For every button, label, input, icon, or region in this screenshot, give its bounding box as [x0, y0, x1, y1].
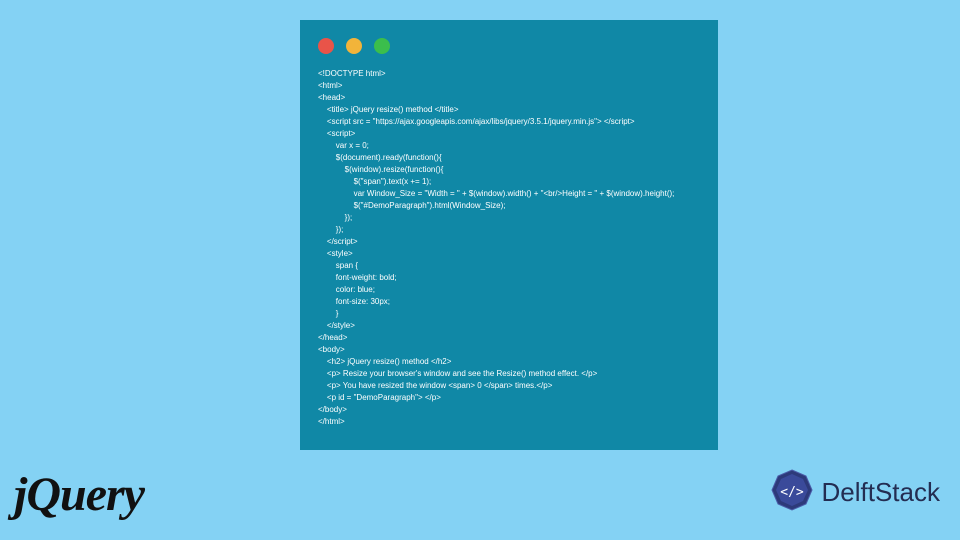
jquery-logo: jQuery [14, 467, 144, 522]
maximize-dot [374, 38, 390, 54]
code-window: <!DOCTYPE html> <html> <head> <title> jQ… [300, 20, 718, 450]
delftstack-icon: </> [768, 468, 816, 516]
code-content: <!DOCTYPE html> <html> <head> <title> jQ… [318, 68, 700, 428]
window-controls [318, 38, 700, 54]
delftstack-logo: </> DelftStack [768, 468, 941, 516]
close-dot [318, 38, 334, 54]
svg-text:</>: </> [780, 485, 804, 500]
delftstack-text: DelftStack [822, 477, 941, 508]
minimize-dot [346, 38, 362, 54]
